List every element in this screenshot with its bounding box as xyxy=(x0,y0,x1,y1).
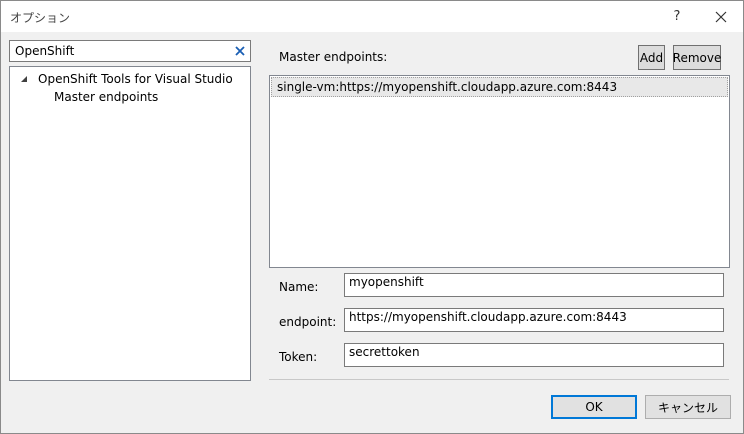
remove-button[interactable]: Remove xyxy=(673,45,721,70)
token-label: Token: xyxy=(279,350,318,364)
endpoints-section-label: Master endpoints: xyxy=(279,50,388,64)
name-field[interactable] xyxy=(344,273,724,297)
search-input[interactable] xyxy=(10,41,225,61)
endpoint-field[interactable] xyxy=(344,308,724,332)
endpoint-list-item[interactable]: single-vm:https://myopenshift.cloudapp.a… xyxy=(271,77,728,97)
options-tree: OpenShift Tools for Visual Studio Master… xyxy=(9,66,251,381)
add-button[interactable]: Add xyxy=(638,45,665,70)
tree-node-master-endpoints[interactable]: Master endpoints xyxy=(54,88,158,106)
clear-search-icon[interactable] xyxy=(234,45,246,57)
window-title: オプション xyxy=(10,11,71,25)
options-dialog: オプション ? OpenShift Tools for Visual Studi… xyxy=(0,0,744,434)
tree-node-label: OpenShift Tools for Visual Studio xyxy=(38,72,233,86)
cancel-button[interactable]: キャンセル xyxy=(645,395,731,419)
tree-node-label: Master endpoints xyxy=(54,90,159,104)
endpoint-list[interactable]: single-vm:https://myopenshift.cloudapp.a… xyxy=(269,75,730,268)
close-icon xyxy=(715,11,727,22)
collapse-arrow-icon[interactable] xyxy=(18,73,30,85)
ok-button[interactable]: OK xyxy=(551,395,637,419)
name-label: Name: xyxy=(279,280,319,294)
divider xyxy=(269,379,729,380)
search-box xyxy=(9,40,251,62)
token-field[interactable] xyxy=(344,343,724,367)
help-icon: ? xyxy=(673,9,681,24)
endpoint-label: endpoint: xyxy=(279,315,337,329)
close-button[interactable] xyxy=(699,1,743,32)
tree-node-openshift-tools[interactable]: OpenShift Tools for Visual Studio xyxy=(18,70,233,88)
help-button[interactable]: ? xyxy=(655,1,699,32)
title-bar: オプション ? xyxy=(1,1,743,32)
